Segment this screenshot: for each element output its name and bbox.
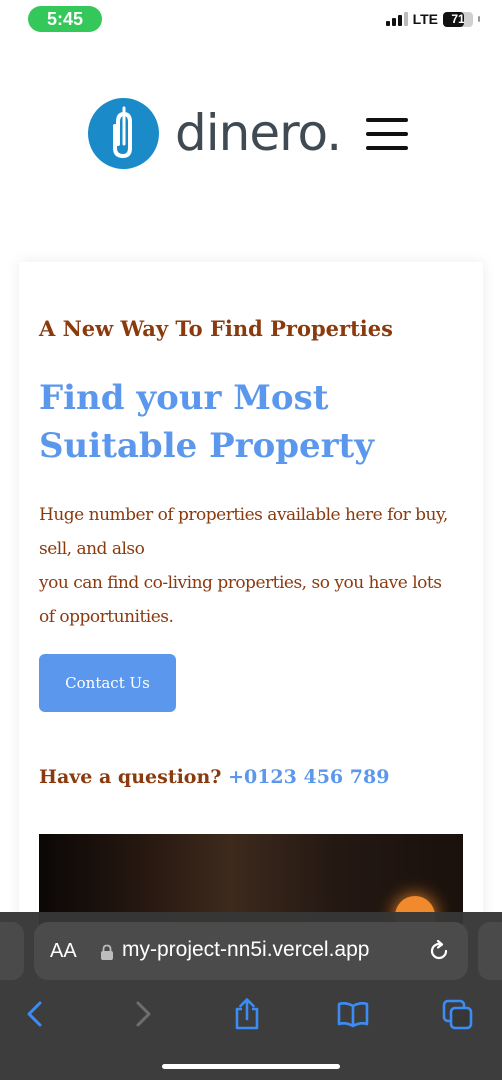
signal-icon	[385, 12, 408, 26]
paperclip-icon[interactable]	[88, 98, 159, 169]
browser-nav-row	[0, 992, 502, 1036]
lock-icon	[101, 944, 113, 960]
hero-description-line1: Huge number of properties available here…	[39, 505, 448, 559]
reload-icon[interactable]	[426, 938, 452, 964]
text-size-button[interactable]: AA	[50, 940, 77, 963]
home-indicator	[162, 1064, 340, 1069]
battery-cap	[478, 16, 480, 22]
status-bar: 5:45 LTE 71	[0, 0, 502, 42]
browser-toolbar: AA my-project-nn5i.vercel.app	[0, 912, 502, 1080]
hero-headline: Find your Most Suitable Property	[39, 378, 375, 466]
bookmarks-icon	[337, 1002, 369, 1028]
logo-wordmark[interactable]: dinero.	[175, 104, 342, 162]
back-icon	[27, 1001, 42, 1027]
hero-card: A New Way To Find Properties Find your M…	[19, 262, 483, 962]
status-time[interactable]: 5:45	[28, 6, 102, 32]
hero-description-line2: you can find co-living properties, so yo…	[39, 573, 442, 627]
forward-icon	[136, 1001, 151, 1027]
phone-link[interactable]: +0123 456 789	[228, 766, 389, 788]
network-label: LTE	[412, 11, 438, 27]
question-label: Have a question?	[39, 766, 222, 788]
hero-eyebrow: A New Way To Find Properties	[39, 316, 393, 341]
share-button[interactable]	[225, 992, 269, 1036]
url-text[interactable]: my-project-nn5i.vercel.app	[122, 938, 369, 962]
tabs-button[interactable]	[436, 992, 480, 1036]
previous-tab-preview[interactable]	[0, 922, 24, 980]
battery-level: 71	[451, 11, 465, 26]
share-icon	[235, 998, 259, 1030]
status-indicators: LTE 71	[385, 11, 480, 27]
forward-button[interactable]	[121, 992, 165, 1036]
address-bar[interactable]: AA my-project-nn5i.vercel.app	[34, 922, 468, 980]
next-tab-preview[interactable]	[478, 922, 502, 980]
hamburger-menu-icon[interactable]	[366, 118, 408, 150]
contact-question: Have a question? +0123 456 789	[39, 766, 389, 788]
site-header: dinero.	[0, 90, 502, 180]
battery-icon: 71	[443, 11, 473, 27]
contact-us-button[interactable]: Contact Us	[39, 654, 176, 712]
back-button[interactable]	[13, 992, 57, 1036]
tabs-icon	[442, 999, 473, 1030]
bookmarks-button[interactable]	[331, 992, 375, 1036]
hero-description: Huge number of properties available here…	[39, 498, 459, 634]
